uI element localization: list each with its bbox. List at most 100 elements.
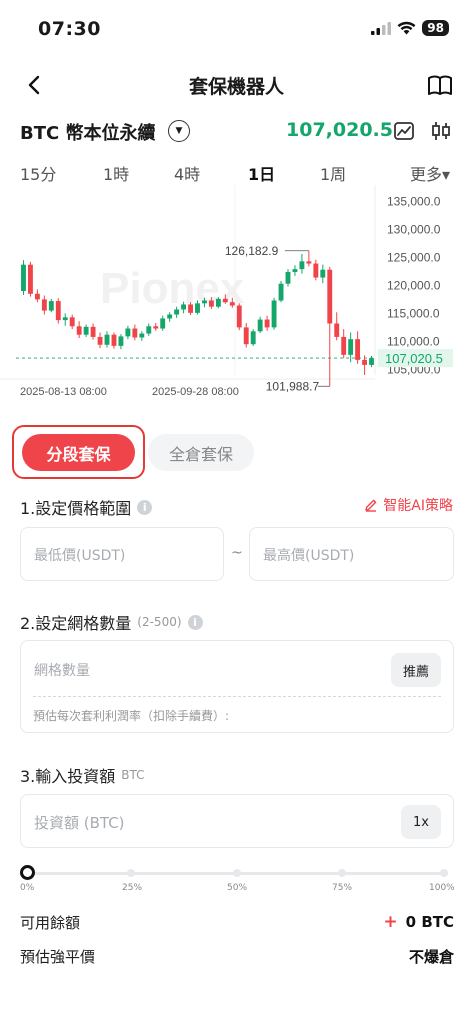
ai-strategy-label: 智能AI策略 bbox=[383, 498, 453, 514]
y-tick-label: 120,000.0 bbox=[387, 278, 441, 292]
info-icon[interactable]: i bbox=[137, 499, 153, 515]
candle-body bbox=[208, 300, 214, 307]
full-hedge-button[interactable]: 全倉套保 bbox=[148, 434, 254, 471]
candle-body bbox=[181, 304, 187, 310]
grid-count-hint: (2-500) bbox=[137, 615, 182, 629]
wifi-icon bbox=[397, 21, 416, 35]
max-price-input[interactable]: 最高價(USDT) bbox=[249, 527, 454, 581]
y-tick-label: 110,000.0 bbox=[387, 334, 440, 348]
y-tick-label: 130,000.0 bbox=[387, 222, 441, 236]
candle-body bbox=[313, 263, 319, 278]
slider-label-75: 75% bbox=[332, 883, 353, 893]
slider-stop-50[interactable] bbox=[233, 869, 241, 877]
candle-body bbox=[299, 261, 305, 270]
grid-count-placeholder: 網格數量 bbox=[34, 663, 90, 679]
candle-body bbox=[285, 271, 291, 284]
slider-stop-75[interactable] bbox=[338, 869, 346, 877]
candle-body bbox=[83, 326, 89, 335]
book-icon[interactable] bbox=[425, 70, 455, 100]
slider-stop-25[interactable] bbox=[127, 869, 135, 877]
liquidation-price-label: 預估強平價 bbox=[20, 948, 96, 966]
investment-input[interactable]: 投資額 (BTC) 1x bbox=[20, 794, 454, 848]
candle-body bbox=[243, 327, 249, 345]
pencil-icon bbox=[365, 499, 377, 512]
available-balance-row: 可用餘額 + 0 BTC bbox=[20, 912, 454, 934]
watermark-text: Pionex bbox=[100, 264, 245, 313]
dropdown-icon[interactable]: ▼ bbox=[168, 120, 190, 142]
last-price-label: 107,020.5 bbox=[385, 351, 443, 366]
candle-body bbox=[34, 293, 40, 300]
candle-body bbox=[174, 309, 180, 315]
slider-thumb[interactable] bbox=[20, 865, 35, 880]
tab-1w[interactable]: 1周 bbox=[320, 161, 346, 185]
price-chart[interactable]: Pionex 135,000.0 130,000.0 125,000.0 120,000… bbox=[0, 185, 473, 400]
candle-body bbox=[215, 298, 221, 307]
slider-label-100: 100% bbox=[429, 883, 455, 893]
tab-4h[interactable]: 4時 bbox=[174, 161, 200, 185]
candle-body bbox=[222, 298, 228, 303]
min-price-input[interactable]: 最低價(USDT) bbox=[20, 527, 224, 581]
candle-body bbox=[327, 269, 333, 324]
x-tick-label: 2025-08-13 08:00 bbox=[20, 386, 107, 398]
tab-more[interactable]: 更多▾ bbox=[410, 161, 450, 185]
timeframe-tabs: 15分 1時 4時 1日 1周 更多▾ bbox=[0, 158, 473, 186]
candle-body bbox=[202, 300, 207, 304]
last-price: 107,020.5 bbox=[286, 119, 393, 141]
candle-body bbox=[21, 264, 26, 291]
investment-unit: BTC bbox=[121, 768, 145, 782]
candle-body bbox=[48, 301, 54, 311]
available-balance-value-group: + 0 BTC bbox=[383, 912, 454, 932]
info-icon[interactable]: i bbox=[187, 614, 203, 630]
slider-label-0: 0% bbox=[20, 883, 35, 893]
liquidation-price-value: 不爆倉 bbox=[408, 948, 454, 966]
low-price-label: 101,988.7 bbox=[266, 379, 320, 393]
candlestick-icon[interactable] bbox=[430, 120, 452, 142]
candle-body bbox=[118, 336, 124, 346]
candle-body bbox=[153, 326, 159, 329]
leverage-button[interactable]: 1x bbox=[401, 805, 441, 839]
candle-body bbox=[104, 334, 110, 345]
candle-body bbox=[97, 336, 103, 345]
candle-body bbox=[28, 264, 33, 294]
candle-body bbox=[369, 358, 374, 365]
tab-15m[interactable]: 15分 bbox=[20, 161, 56, 185]
grid-count-input[interactable]: 網格數量 推薦 預估每次套利利潤率（扣除手續費）: bbox=[20, 640, 454, 733]
candle-body bbox=[355, 339, 361, 360]
candle-body bbox=[55, 301, 61, 321]
min-price-placeholder: 最低價(USDT) bbox=[34, 548, 126, 564]
investment-placeholder: 投資額 (BTC) bbox=[34, 814, 125, 832]
slider-stop-100[interactable] bbox=[440, 869, 448, 877]
mode-selector: 分段套保 全倉套保 bbox=[0, 425, 473, 481]
candle-body bbox=[229, 302, 235, 306]
section-grid-count-label: 2.設定網格數量 bbox=[20, 614, 132, 633]
candle-body bbox=[195, 303, 200, 313]
plus-icon[interactable]: + bbox=[383, 912, 397, 932]
section-price-range-title: 1.設定價格範圍 i bbox=[20, 495, 153, 519]
tab-1h[interactable]: 1時 bbox=[103, 161, 129, 185]
candle-body bbox=[41, 299, 47, 311]
investment-slider[interactable]: 0% 25% 50% 75% 100% bbox=[20, 865, 455, 896]
candle-body bbox=[362, 359, 367, 365]
available-balance-value: 0 BTC bbox=[405, 913, 454, 931]
candle-body bbox=[132, 328, 138, 338]
ai-strategy-link[interactable]: 智能AI策略 bbox=[364, 495, 453, 515]
candle-body bbox=[139, 333, 145, 338]
candle-body bbox=[167, 314, 173, 319]
chart-icon[interactable] bbox=[393, 120, 415, 142]
pair-name[interactable]: BTC 幣本位永續 bbox=[20, 119, 155, 145]
candle-body bbox=[76, 326, 82, 335]
tab-1d[interactable]: 1日 bbox=[248, 161, 275, 185]
status-time: 07:30 bbox=[38, 18, 101, 40]
slider-label-50: 50% bbox=[227, 883, 248, 893]
battery-indicator: 98 bbox=[422, 20, 449, 36]
section-grid-count-title: 2.設定網格數量 (2-500) i bbox=[20, 610, 203, 634]
status-icons: 98 bbox=[371, 20, 449, 36]
x-tick-label: 2025-09-28 08:00 bbox=[152, 386, 239, 398]
candlestick-chart[interactable]: Pionex 135,000.0 130,000.0 125,000.0 120,000… bbox=[0, 185, 473, 400]
candle-body bbox=[90, 326, 96, 337]
candle-body bbox=[146, 326, 152, 334]
y-tick-label: 115,000.0 bbox=[387, 306, 440, 320]
max-price-placeholder: 最高價(USDT) bbox=[263, 548, 355, 564]
recommend-button[interactable]: 推薦 bbox=[391, 653, 441, 687]
segment-hedge-button[interactable]: 分段套保 bbox=[22, 434, 135, 471]
